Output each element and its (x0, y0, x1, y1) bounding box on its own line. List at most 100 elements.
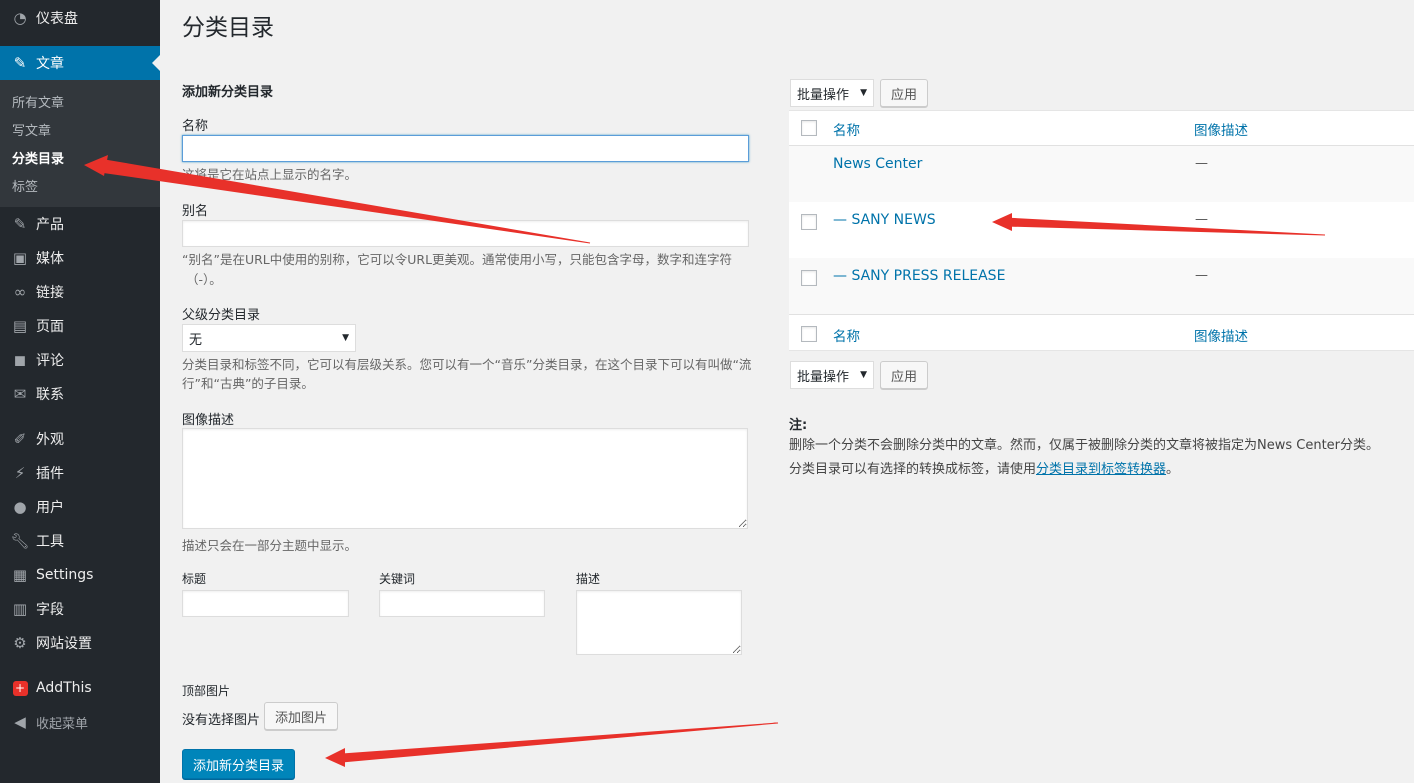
menu-label: 收起菜单 (36, 716, 89, 732)
table-footer-row: 名称 图像描述 (789, 314, 1414, 351)
menu-label: 产品 (36, 217, 64, 233)
fields-icon: ▥ (12, 600, 28, 618)
image-desc-value: — (1195, 212, 1208, 227)
parent-help-line2: 行”和“古典”的子目录。 (182, 376, 314, 391)
link-icon: ∞ (13, 283, 27, 301)
note-title: 注: (789, 418, 808, 433)
apply-button-bottom[interactable]: 应用 (880, 361, 928, 389)
name-input[interactable] (182, 135, 749, 162)
page-title: 分类目录 (182, 15, 274, 41)
table-header-row: 名称 图像描述 (789, 111, 1414, 146)
menu-site-settings[interactable]: ⚙ 网站设置 (0, 626, 160, 660)
chevron-down-icon: ▼ (342, 333, 349, 343)
comment-icon: ◼ (13, 351, 27, 369)
no-image-text: 没有选择图片 (182, 713, 261, 728)
collapse-icon: ◀ (14, 713, 26, 731)
top-image-label: 顶部图片 (182, 684, 231, 698)
column-image-desc-header[interactable]: 图像描述 (1194, 119, 1248, 139)
parent-help-line1: 分类目录和标签不同，它可以有层级关系。您可以有一个“音乐”分类目录，在这个目录下… (182, 357, 752, 372)
arrow-head-add-button (325, 748, 345, 767)
media-icon: ▣ (12, 249, 28, 267)
posts-submenu: 所有文章 写文章 分类目录 标签 (0, 80, 160, 207)
keywords-label: 关键词 (379, 572, 416, 586)
menu-tools[interactable]: 🔧︎ 工具 (0, 524, 160, 558)
menu-plugins[interactable]: ⚡ 插件 (0, 456, 160, 490)
bulk-actions-label: 批量操作 (797, 369, 850, 385)
parent-label: 父级分类目录 (182, 308, 261, 323)
menu-label: 用户 (36, 500, 64, 516)
row-checkbox[interactable] (801, 270, 817, 286)
category-link[interactable]: — SANY PRESS RELEASE (833, 268, 1005, 284)
table-row: — SANY NEWS — (789, 202, 1414, 258)
desc-textarea[interactable] (576, 590, 742, 655)
gear-icon: ⚙ (13, 634, 27, 652)
bulk-actions-label: 批量操作 (797, 87, 850, 103)
keywords-input[interactable] (379, 590, 545, 617)
menu-contact[interactable]: ✉ 联系 (0, 377, 160, 411)
slug-label: 别名 (182, 204, 209, 219)
menu-addthis[interactable]: + AddThis (0, 671, 160, 705)
title-input[interactable] (182, 590, 349, 617)
bulk-actions-select-bottom[interactable]: 批量操作 ▼ (790, 361, 874, 389)
arrow-to-add-button (326, 722, 779, 763)
submenu-all-posts[interactable]: 所有文章 (12, 92, 64, 111)
user-icon: ● (13, 498, 27, 516)
menu-appearance[interactable]: ✐ 外观 (0, 422, 160, 456)
slug-input[interactable] (182, 220, 749, 247)
category-tag-converter-link[interactable]: 分类目录到标签转换器 (1036, 462, 1166, 477)
desc-label: 描述 (576, 572, 601, 586)
column-name-header[interactable]: 名称 (833, 119, 860, 139)
menu-posts[interactable]: ✎ 文章 (0, 46, 160, 80)
menu-fields[interactable]: ▥ 字段 (0, 592, 160, 626)
chevron-down-icon: ▼ (860, 370, 867, 380)
image-desc-textarea[interactable] (182, 428, 748, 529)
name-label: 名称 (182, 119, 209, 134)
image-desc-value: — (1195, 156, 1208, 171)
menu-comments[interactable]: ◼ 评论 (0, 343, 160, 377)
menu-dashboard[interactable]: ◔ 仪表盘 (0, 1, 160, 35)
menu-products[interactable]: ✎ 产品 (0, 207, 160, 241)
menu-label: 链接 (36, 285, 64, 301)
menu-label: 媒体 (36, 251, 64, 267)
page-icon: ▤ (12, 317, 28, 335)
menu-media[interactable]: ▣ 媒体 (0, 241, 160, 275)
category-link[interactable]: News Center (833, 156, 922, 172)
menu-label: 网站设置 (36, 636, 92, 652)
select-all-checkbox-footer[interactable] (801, 326, 817, 342)
menu-collapse[interactable]: ◀ 收起菜单 (0, 705, 160, 739)
title-label: 标题 (182, 572, 207, 586)
submenu-categories[interactable]: 分类目录 (12, 148, 64, 167)
name-help: 这将是它在站点上显示的名字。 (182, 167, 358, 182)
add-image-button[interactable]: 添加图片 (264, 702, 338, 730)
apply-button-top[interactable]: 应用 (880, 79, 928, 107)
add-category-button[interactable]: 添加新分类目录 (182, 749, 295, 779)
menu-settings[interactable]: ▦ Settings (0, 558, 160, 592)
category-link[interactable]: — SANY NEWS (833, 212, 936, 228)
bulk-actions-select-top[interactable]: 批量操作 ▼ (790, 79, 874, 107)
menu-users[interactable]: ● 用户 (0, 490, 160, 524)
admin-sidebar: ◔ 仪表盘 ✎ 文章 所有文章 写文章 分类目录 标签 ✎ 产品 ▣ 媒体 ∞ … (0, 0, 160, 783)
menu-label: 插件 (36, 466, 64, 482)
note-line1: 删除一个分类不会删除分类中的文章。然而，仅属于被删除分类的文章将被指定为News… (789, 438, 1380, 453)
form-heading: 添加新分类目录 (182, 85, 274, 100)
submenu-tags[interactable]: 标签 (12, 176, 38, 195)
submenu-new-post[interactable]: 写文章 (12, 120, 51, 139)
note-line2-prefix: 分类目录可以有选择的转换成标签，请使用 (789, 462, 1037, 477)
image-desc-label: 图像描述 (182, 413, 235, 428)
table-row: — SANY PRESS RELEASE — (789, 258, 1414, 314)
select-all-checkbox[interactable] (801, 120, 817, 136)
menu-label: Settings (36, 567, 94, 583)
slug-help-line1: “别名”是在URL中使用的别称，它可以令URL更美观。通常使用小写，只能包含字母… (182, 252, 733, 267)
menu-label: 工具 (36, 534, 64, 550)
column-image-desc-footer[interactable]: 图像描述 (1194, 325, 1248, 345)
menu-pages[interactable]: ▤ 页面 (0, 309, 160, 343)
pin-icon: ✎ (13, 215, 27, 233)
menu-label: AddThis (36, 680, 92, 696)
plugin-icon: ⚡ (14, 464, 26, 482)
parent-select[interactable]: 无 ▼ (182, 324, 356, 352)
menu-label: 评论 (36, 353, 64, 369)
chevron-down-icon: ▼ (860, 88, 867, 98)
column-name-footer[interactable]: 名称 (833, 325, 860, 345)
row-checkbox[interactable] (801, 214, 817, 230)
menu-links[interactable]: ∞ 链接 (0, 275, 160, 309)
